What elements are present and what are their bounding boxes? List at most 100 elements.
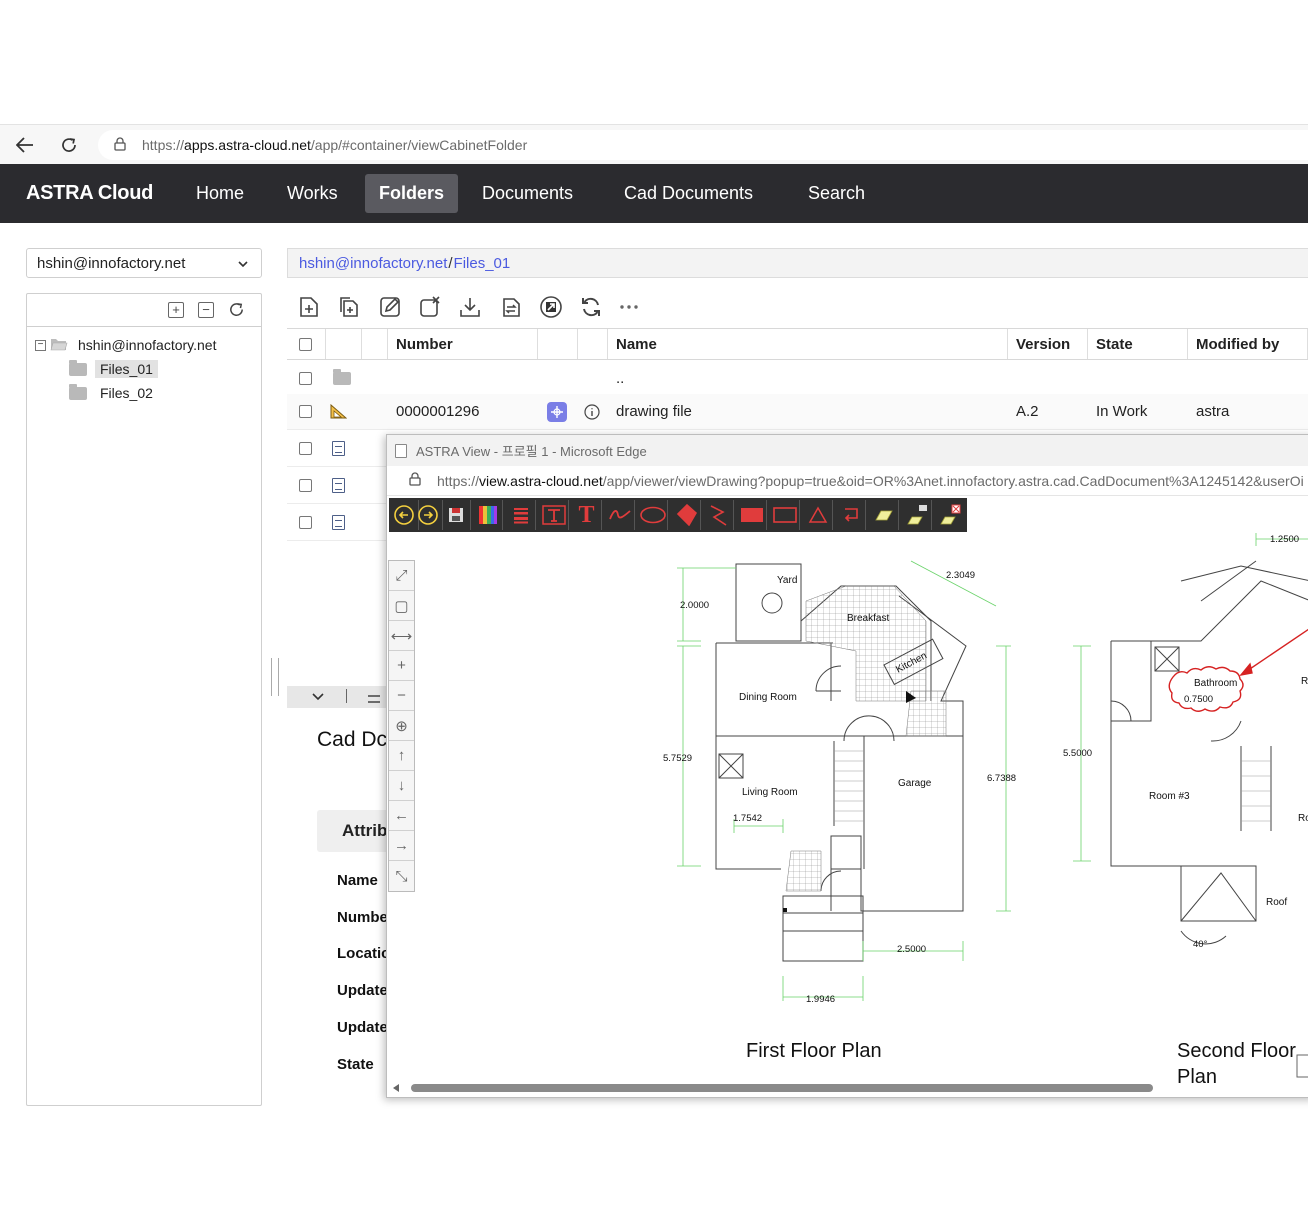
- nav-folders[interactable]: Folders: [365, 174, 459, 213]
- next-page-icon[interactable]: [413, 500, 443, 530]
- row-checkbox[interactable]: [299, 372, 312, 385]
- reload-icon[interactable]: [58, 134, 80, 156]
- column-header-name[interactable]: Name: [616, 329, 657, 359]
- tree-item-files-02[interactable]: Files_02: [69, 382, 158, 404]
- room-label-garage: Garage: [898, 778, 932, 789]
- attr-label-updated-by: Update: [337, 1019, 388, 1036]
- table-row-parent[interactable]: ..: [287, 361, 1308, 397]
- tab-attributes[interactable]: Attrib: [317, 810, 397, 852]
- attr-label-name: Name: [337, 872, 378, 889]
- sync-icon[interactable]: [578, 294, 604, 320]
- tree-item-files-01[interactable]: Files_01: [69, 358, 158, 380]
- expand-all-icon[interactable]: +: [168, 302, 184, 318]
- breadcrumb-root[interactable]: hshin@innofactory.net: [299, 255, 447, 272]
- address-bar[interactable]: https://apps.astra-cloud.net/app/#contai…: [98, 130, 1308, 160]
- row-version: A.2: [1016, 403, 1039, 420]
- line-weight-icon[interactable]: [506, 500, 536, 530]
- eraser-all-icon[interactable]: [935, 500, 965, 530]
- download-icon[interactable]: [457, 294, 483, 320]
- column-header-state[interactable]: State: [1096, 329, 1133, 359]
- chevron-down-icon[interactable]: [311, 689, 325, 707]
- account-select[interactable]: hshin@innofactory.net: [26, 248, 262, 278]
- filled-rectangle-icon[interactable]: [737, 500, 767, 530]
- row-checkbox[interactable]: [299, 516, 312, 529]
- nav-documents[interactable]: Documents: [468, 174, 587, 213]
- text-icon[interactable]: T: [572, 500, 602, 530]
- viewer-address-bar[interactable]: https://view.astra-cloud.net/app/viewer/…: [387, 466, 1308, 496]
- menu-icon[interactable]: [367, 691, 381, 709]
- polygon-icon[interactable]: [671, 500, 701, 530]
- document-icon: [332, 515, 345, 530]
- viewer-url-path: /app/viewer/viewDrawing?popup=true&oid=O…: [602, 472, 1304, 489]
- scroll-left-icon[interactable]: [393, 1084, 399, 1092]
- cad-drawing-canvas[interactable]: Yard Breakfast Kitchen Dining Room Livin…: [387, 533, 1308, 1093]
- column-header-modified-by[interactable]: Modified by: [1196, 329, 1279, 359]
- triangle-icon[interactable]: [803, 500, 833, 530]
- polyline-icon[interactable]: [704, 500, 734, 530]
- row-name[interactable]: ..: [616, 361, 624, 396]
- attr-label-number: Numbe: [337, 909, 388, 926]
- dimension-label: 2.0000: [680, 600, 709, 611]
- panel-splitter[interactable]: [271, 658, 279, 696]
- horizontal-scrollbar[interactable]: [393, 1083, 1153, 1093]
- tree-item-label: Files_02: [100, 385, 153, 401]
- document-icon: [332, 478, 345, 493]
- scrollbar-thumb[interactable]: [411, 1084, 1153, 1092]
- room-label-dining: Dining Room: [739, 692, 797, 703]
- dimension-label: 6.7388: [987, 773, 1016, 784]
- add-file-icon[interactable]: [296, 294, 322, 320]
- tree-root-node[interactable]: − hshin@innofactory.net: [35, 334, 216, 356]
- nav-home[interactable]: Home: [182, 174, 258, 213]
- transfer-icon[interactable]: [498, 294, 524, 320]
- nav-works[interactable]: Works: [273, 174, 352, 213]
- text-box-icon[interactable]: [539, 500, 569, 530]
- nav-cad-documents[interactable]: Cad Documents: [610, 174, 767, 213]
- return-arrow-icon[interactable]: [836, 500, 866, 530]
- table-row[interactable]: 0000001296 drawing file A.2 In Work astr…: [287, 394, 1308, 430]
- refresh-icon[interactable]: [228, 301, 245, 323]
- document-icon: [332, 441, 345, 456]
- mini-tool-icon[interactable]: [1296, 1054, 1308, 1078]
- collapse-node-icon[interactable]: −: [35, 339, 46, 351]
- nav-search[interactable]: Search: [794, 174, 879, 213]
- delete-icon[interactable]: [417, 294, 443, 320]
- room-label-bathroom: Bathroom: [1194, 678, 1237, 689]
- rectangle-icon[interactable]: [770, 500, 800, 530]
- open-external-icon[interactable]: [538, 294, 564, 320]
- cad-viewer-icon[interactable]: [547, 394, 567, 429]
- table-header-row: Number Name Version State Modified by: [287, 328, 1308, 360]
- app-navbar: ASTRA Cloud Home Works Folders Documents…: [0, 164, 1308, 223]
- dimension-label: 2.3049: [946, 570, 975, 581]
- column-header-number[interactable]: Number: [396, 329, 453, 359]
- page-icon: [395, 443, 407, 458]
- row-checkbox[interactable]: [299, 442, 312, 455]
- breadcrumb-current[interactable]: Files_01: [454, 255, 511, 272]
- ellipse-icon[interactable]: [638, 500, 668, 530]
- cad-viewer-window: ASTRA View - 프로필 1 - Microsoft Edge http…: [386, 434, 1308, 1098]
- freehand-icon[interactable]: [605, 500, 635, 530]
- folder-tree-panel: + − − hshin@innofactory.net Files_01 Fil…: [26, 293, 262, 1106]
- column-header-version[interactable]: Version: [1016, 329, 1070, 359]
- tree-root-label: hshin@innofactory.net: [78, 337, 217, 353]
- more-icon[interactable]: [616, 294, 642, 320]
- eraser-selected-icon[interactable]: [902, 500, 932, 530]
- chevron-down-icon: [237, 255, 249, 272]
- edit-icon[interactable]: [377, 294, 403, 320]
- angle-label: 40°: [1193, 939, 1208, 950]
- select-all-checkbox[interactable]: [299, 337, 312, 351]
- back-arrow-icon[interactable]: [14, 134, 36, 156]
- dimension-label: 5.5000: [1063, 748, 1092, 759]
- save-icon[interactable]: [441, 500, 471, 530]
- eraser-icon[interactable]: [869, 500, 899, 530]
- info-icon[interactable]: [584, 394, 600, 429]
- copy-file-icon[interactable]: [336, 294, 362, 320]
- detail-title: Cad Dc: [317, 728, 388, 751]
- row-name[interactable]: drawing file: [616, 394, 692, 429]
- color-palette-icon[interactable]: [473, 500, 503, 530]
- collapse-all-icon[interactable]: −: [198, 302, 214, 318]
- row-checkbox[interactable]: [299, 479, 312, 492]
- brand-logo[interactable]: ASTRA Cloud: [26, 182, 153, 205]
- open-folder-icon: [50, 337, 68, 354]
- row-number[interactable]: 0000001296: [396, 394, 479, 429]
- row-checkbox[interactable]: [299, 405, 312, 418]
